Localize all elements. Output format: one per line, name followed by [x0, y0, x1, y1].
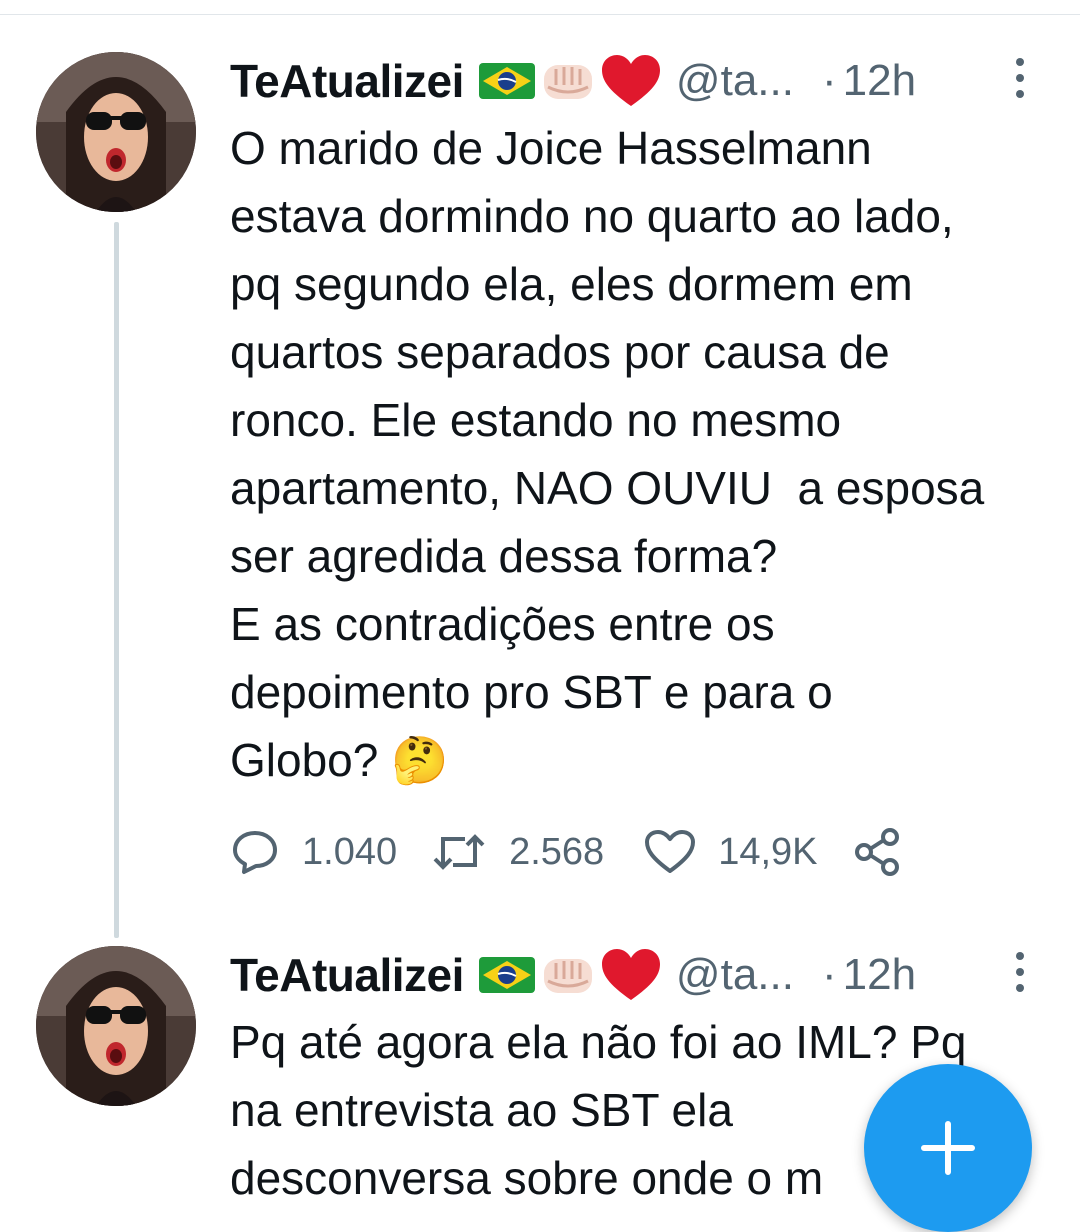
separator-dot: · — [821, 950, 837, 999]
tweet[interactable]: TeAtualizei @ta... · 12h Pq até agora el… — [0, 0, 1080, 1204]
brazil-flag-icon — [478, 957, 535, 993]
avatar[interactable] — [36, 946, 196, 1106]
compose-tweet-button[interactable] — [864, 1064, 1032, 1232]
plus-icon — [921, 1121, 975, 1175]
timestamp[interactable]: 12h — [843, 950, 916, 1000]
name-emojis — [478, 948, 662, 1002]
tweet-header: TeAtualizei @ta... · 12h — [230, 940, 916, 1010]
more-options-icon[interactable] — [1010, 952, 1030, 992]
red-heart-icon — [601, 949, 660, 1000]
author-name[interactable]: TeAtualizei — [230, 948, 464, 1002]
author-handle[interactable]: @ta... — [676, 950, 794, 1000]
raised-fist-icon — [543, 959, 592, 993]
